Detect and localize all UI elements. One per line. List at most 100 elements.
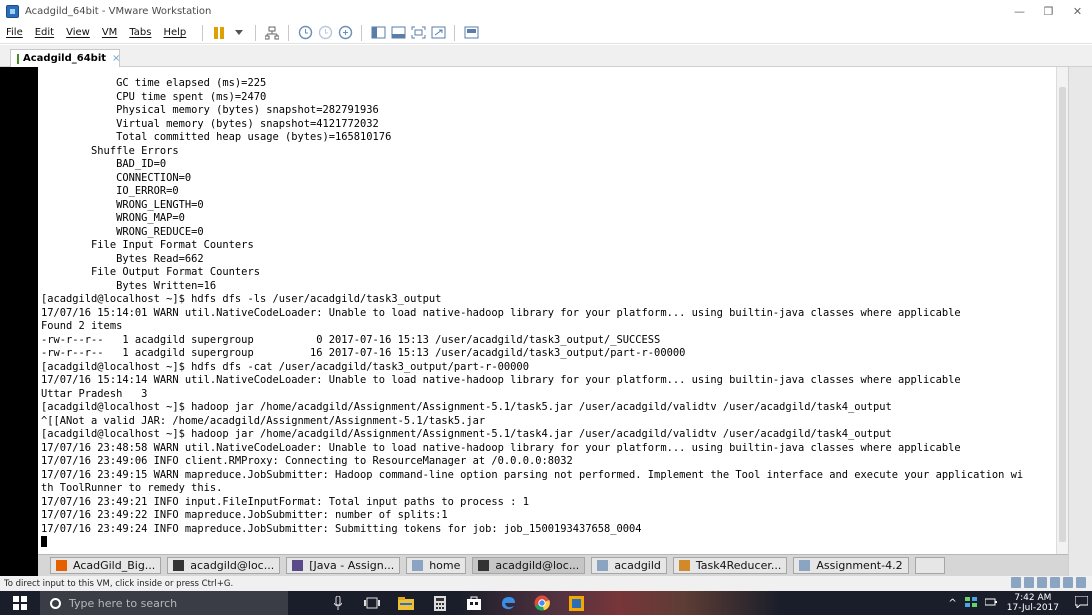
terminal-icon — [173, 560, 185, 571]
usb-icon[interactable] — [1050, 577, 1060, 588]
close-button[interactable]: ✕ — [1063, 0, 1092, 22]
microphone-icon[interactable] — [330, 595, 346, 611]
terminal-line: ^[[ANot a valid JAR: /home/acadgild/Assi… — [41, 414, 486, 427]
terminal-line: [acadgild@localhost ~]$ hadoop jar /home… — [41, 428, 892, 440]
host-taskbar: Type here to search ^ 7:42 AM 17-Jul-201… — [0, 591, 1092, 615]
task-view-icon[interactable] — [364, 595, 380, 611]
guest-task-label: [Java - Assign... — [309, 559, 395, 572]
guest-task-button[interactable]: Assignment-4.2 — [793, 557, 909, 574]
terminal-line: WRONG_REDUCE=0 — [41, 225, 204, 238]
toolbar — [196, 24, 481, 42]
folder-icon — [597, 560, 609, 571]
menu-help[interactable]: Help — [157, 27, 192, 38]
minimize-button[interactable]: — — [1005, 0, 1034, 22]
action-center-icon[interactable] — [1074, 595, 1089, 611]
toolbar-separator — [454, 24, 456, 41]
store-icon[interactable] — [466, 595, 482, 611]
terminal-line: 17/07/16 23:49:24 INFO mapreduce.JobSubm… — [41, 522, 642, 535]
terminal-line: Bytes Written=16 — [41, 279, 217, 292]
guest-desktop-pager[interactable] — [914, 557, 945, 574]
thumbnail-icon[interactable] — [462, 24, 480, 42]
console-view-icon[interactable] — [389, 24, 407, 42]
terminal-icon — [478, 560, 490, 571]
guest-task-button[interactable]: home — [406, 557, 467, 574]
taskbar-search[interactable]: Type here to search — [40, 591, 288, 615]
file-explorer-icon[interactable] — [398, 595, 414, 611]
clock[interactable]: 7:42 AM 17-Jul-2017 — [1007, 593, 1059, 613]
guest-task-label: acadgild@loc... — [190, 559, 275, 572]
network-tray-icon[interactable] — [964, 596, 977, 610]
folder-icon — [799, 560, 811, 571]
tab-close-icon[interactable]: × — [112, 53, 120, 64]
snapshot-icon[interactable] — [296, 24, 314, 42]
terminal-line: Uttar Pradesh 3 — [41, 387, 148, 400]
stretch-icon[interactable] — [429, 24, 447, 42]
edge-icon[interactable] — [500, 595, 516, 611]
guest-task-button[interactable]: acadgild@loc... — [167, 557, 281, 574]
window-controls: — ❐ ✕ — [1005, 0, 1092, 22]
clock-time: 7:42 AM — [1014, 593, 1052, 603]
terminal-line: CPU time spent (ms)=2470 — [41, 90, 267, 103]
terminal-line: CONNECTION=0 — [41, 171, 192, 184]
scrollbar-thumb[interactable] — [1059, 87, 1066, 542]
terminal-window[interactable]: GC time elapsed (ms)=225 CPU time spent … — [38, 67, 1058, 554]
guest-task-button[interactable]: Task4Reducer... — [672, 557, 788, 574]
terminal-line: [acadgild@localhost ~]$ hdfs dfs -cat /u… — [41, 360, 529, 373]
vmware-taskbar-icon[interactable] — [568, 595, 584, 611]
power-pause-icon[interactable] — [210, 24, 228, 42]
terminal-line: 17/07/16 23:49:22 INFO mapreduce.JobSubm… — [41, 509, 448, 521]
menu-edit[interactable]: Edit — [29, 27, 60, 38]
maximize-button[interactable]: ❐ — [1034, 0, 1063, 22]
unity-icon[interactable] — [369, 24, 387, 42]
terminal-line: 17/07/16 23:49:15 WARN mapreduce.JobSubm… — [41, 468, 1024, 481]
vm-display[interactable]: GC time elapsed (ms)=225 CPU time spent … — [0, 67, 1092, 576]
chrome-icon[interactable] — [534, 595, 550, 611]
terminal-cursor — [41, 536, 47, 547]
menu-vm[interactable]: VM — [96, 27, 123, 38]
snapshot-manager-icon[interactable] — [336, 24, 354, 42]
terminal-line: Shuffle Errors — [41, 144, 179, 157]
network-icon[interactable] — [263, 24, 281, 42]
battery-icon[interactable] — [984, 597, 997, 610]
terminal-line: Bytes Read=662 — [41, 252, 204, 265]
tab-label: Acadgild_64bit — [23, 53, 107, 64]
terminal-line: [acadgild@localhost ~]$ hadoop jar /home… — [41, 401, 892, 413]
terminal-scrollbar[interactable] — [1056, 67, 1068, 554]
guest-task-label: acadgild — [614, 559, 661, 572]
status-text: To direct input to this VM, click inside… — [4, 578, 234, 589]
terminal-line: 17/07/16 15:14:01 WARN util.NativeCodeLo… — [41, 306, 961, 319]
sound-icon[interactable] — [1063, 577, 1073, 588]
terminal-line: 17/07/16 23:49:06 INFO client.RMProxy: C… — [41, 455, 573, 467]
calculator-icon[interactable] — [432, 595, 448, 611]
menu-file[interactable]: File — [0, 27, 29, 38]
dropdown-icon[interactable] — [230, 24, 248, 42]
guest-task-button[interactable]: acadgild — [591, 557, 667, 574]
guest-task-button[interactable]: AcadGild_Big... — [50, 557, 162, 574]
terminal-line: Virtual memory (bytes) snapshot=41217720… — [41, 117, 379, 130]
guest-task-label: home — [429, 559, 461, 572]
windows-start-icon[interactable] — [0, 591, 40, 615]
terminal-line: [acadgild@localhost ~]$ hdfs dfs -ls /us… — [41, 293, 442, 305]
vmware-icon — [6, 4, 19, 18]
tray-overflow-icon[interactable]: ^ — [948, 598, 956, 609]
cdrom-icon[interactable] — [1024, 577, 1034, 588]
terminal-cursor-line[interactable] — [38, 536, 1058, 550]
cortana-icon — [50, 597, 61, 609]
tab-acadgild[interactable]: Acadgild_64bit × — [10, 49, 120, 67]
guest-task-button[interactable]: [Java - Assign... — [286, 557, 401, 574]
terminal-line: GC time elapsed (ms)=225 — [41, 77, 267, 89]
snapshot-revert-icon[interactable] — [316, 24, 334, 42]
toolbar-separator — [288, 24, 290, 41]
display-icon[interactable] — [1076, 577, 1086, 588]
search-placeholder: Type here to search — [69, 596, 178, 610]
menu-tabs[interactable]: Tabs — [123, 27, 157, 38]
terminal-line: Found 2 items — [41, 320, 123, 332]
terminal-line: 17/07/16 23:48:58 WARN util.NativeCodeLo… — [41, 441, 961, 454]
harddisk-icon[interactable] — [1011, 577, 1021, 588]
folder-icon — [412, 560, 424, 571]
network-adapter-icon[interactable] — [1037, 577, 1047, 588]
fullscreen-icon[interactable] — [409, 24, 427, 42]
guest-task-button[interactable]: acadgild@loc... — [472, 557, 586, 574]
menu-view[interactable]: View — [60, 27, 96, 38]
eclipse-icon — [292, 560, 304, 571]
